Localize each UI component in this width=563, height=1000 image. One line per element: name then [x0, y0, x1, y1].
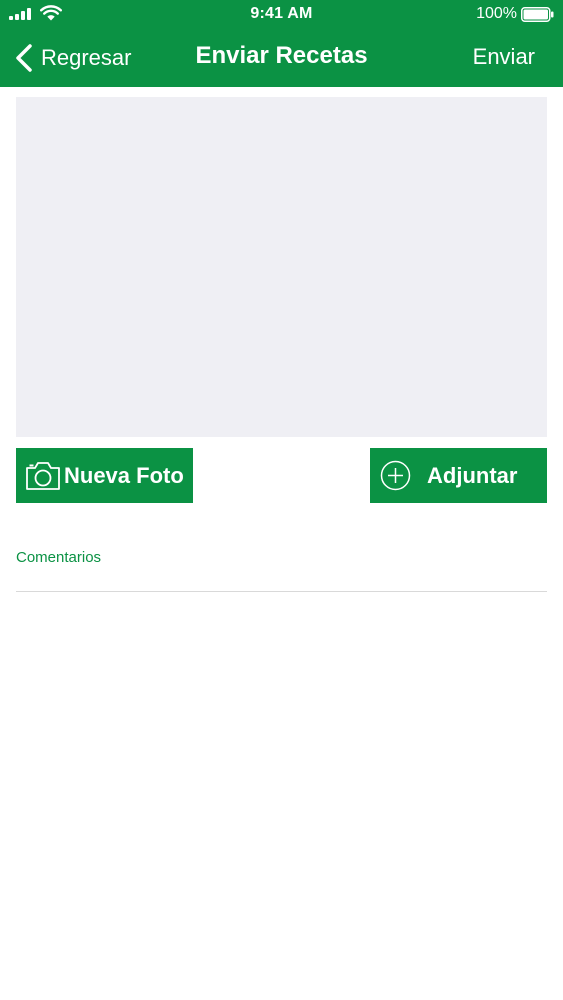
battery-percent: 100% — [476, 5, 517, 22]
top-bar: 9:41 AM 100% Regresar Enviar Recetas Env… — [0, 0, 563, 87]
plus-circle-icon — [380, 460, 411, 491]
status-bar: 9:41 AM 100% — [0, 0, 563, 30]
send-button[interactable]: Enviar — [473, 44, 535, 70]
new-photo-button[interactable]: Nueva Foto — [16, 448, 193, 503]
navigation-bar: Regresar Enviar Recetas Enviar — [0, 30, 563, 87]
comments-divider — [16, 591, 547, 592]
back-button[interactable]: Regresar — [14, 42, 131, 74]
comments-input[interactable] — [16, 575, 547, 591]
attach-label: Adjuntar — [427, 462, 518, 488]
comments-label: Comentarios — [16, 549, 102, 566]
photo-preview — [16, 97, 547, 437]
battery-icon — [521, 7, 554, 22]
attach-button[interactable]: Adjuntar — [370, 448, 547, 503]
camera-icon — [26, 461, 60, 490]
new-photo-label: Nueva Foto — [64, 462, 184, 488]
back-label: Regresar — [41, 45, 132, 70]
chevron-left-icon — [16, 44, 32, 72]
